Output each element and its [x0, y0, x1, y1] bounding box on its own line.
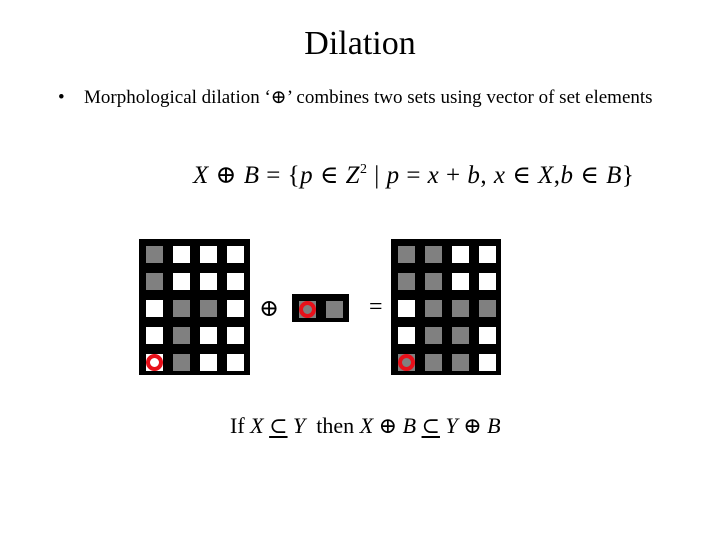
formula-B2: B: [606, 162, 622, 189]
formula-oplus: ⊕: [215, 162, 237, 189]
bullet-text: Morphological dilation ‘⊕’ combines two …: [84, 87, 653, 108]
dilation-operator: ⊕: [259, 296, 280, 322]
formula-bar: |: [374, 162, 380, 189]
monotonicity-property: If X ⊂ Y then X ⊕ B ⊂ Y ⊕ B: [230, 412, 501, 440]
result-cell-r1-c1: [398, 246, 415, 263]
formula-eq-open: = {: [266, 162, 301, 189]
prop-oplus2: ⊕: [463, 413, 482, 438]
bullet-symbol: •: [58, 87, 65, 108]
set-b-cell-r1-c1: [299, 301, 316, 318]
result-cell-r4-c2: [425, 327, 442, 344]
prop-X2: X: [359, 413, 374, 438]
formula-x: x: [427, 162, 440, 189]
prop-Y2: Y: [445, 413, 458, 438]
set-x-cell-r5-c3: [200, 354, 217, 371]
formula-plus: +: [446, 162, 461, 189]
result-cell-r2-c4: [479, 273, 496, 290]
formula-B: B: [243, 162, 260, 189]
set-x-cell-r1-c2: [173, 246, 190, 263]
prop-Y: Y: [293, 413, 306, 438]
formula-p2: p: [386, 162, 400, 189]
formula-in3: ∈: [580, 162, 600, 189]
formula-comma: ,: [480, 162, 488, 189]
origin-marker-icon: [398, 354, 415, 371]
prop-B: B: [402, 413, 417, 438]
set-x-cell-r1-c3: [200, 246, 217, 263]
formula-Z: Z: [345, 162, 361, 189]
set-x-cell-r3-c2: [173, 300, 190, 317]
origin-marker-icon: [146, 354, 163, 371]
prop-then: then: [316, 413, 355, 438]
prop-subseteq2: ⊂: [421, 413, 440, 438]
result-cell-r2-c3: [452, 273, 469, 290]
formula-in2: ∈: [512, 162, 532, 189]
formula-comma2: ,: [553, 162, 561, 189]
result-cell-r1-c3: [452, 246, 469, 263]
result-cell-r5-c4: [479, 354, 496, 371]
structuring-element-grid: [292, 294, 349, 322]
set-x-cell-r5-c4: [227, 354, 244, 371]
set-x-cell-r5-c2: [173, 354, 190, 371]
result-cell-r4-c4: [479, 327, 496, 344]
set-x-cell-r4-c3: [200, 327, 217, 344]
set-b-cell-r1-c2: [326, 301, 343, 318]
formula-in: ∈: [319, 162, 339, 189]
formula-p: p: [300, 162, 314, 189]
set-x-cell-r5-c1: [146, 354, 163, 371]
set-x-cell-r4-c2: [173, 327, 190, 344]
result-cell-r3-c1: [398, 300, 415, 317]
prop-X: X: [250, 413, 264, 438]
result-cell-r5-c3: [452, 354, 469, 371]
formula-b2: b: [560, 162, 574, 189]
prop-oplus: ⊕: [378, 413, 398, 438]
result-cell-r3-c2: [425, 300, 442, 317]
set-x-cell-r4-c1: [146, 327, 163, 344]
result-cell-r4-c3: [452, 327, 469, 344]
set-x-cell-r1-c4: [227, 246, 244, 263]
set-x-cell-r2-c2: [173, 273, 190, 290]
result-cell-r5-c1: [398, 354, 415, 371]
formula-exp: 2: [360, 162, 368, 177]
set-x-cell-r3-c3: [200, 300, 217, 317]
equals-sign: =: [369, 294, 383, 320]
result-cell-r3-c4: [479, 300, 496, 317]
set-x-grid: [139, 239, 250, 375]
dilation-formula: X ⊕ B = {p ∈ Z2 | p = x + b, x ∈ X,b ∈ B…: [193, 154, 634, 192]
formula-x2: x: [493, 162, 506, 189]
set-x-cell-r2-c1: [146, 273, 163, 290]
formula-X: X: [193, 162, 209, 189]
formula-b: b: [467, 162, 481, 189]
result-cell-r3-c3: [452, 300, 469, 317]
set-x-cell-r4-c4: [227, 327, 244, 344]
result-cell-r1-c2: [425, 246, 442, 263]
origin-marker-icon: [299, 301, 316, 318]
set-x-cell-r1-c1: [146, 246, 163, 263]
set-x-cell-r2-c3: [200, 273, 217, 290]
formula-eq2: =: [406, 162, 421, 189]
slide-title: Dilation: [304, 25, 416, 62]
result-cell-r2-c2: [425, 273, 442, 290]
prop-B2: B: [487, 413, 501, 438]
result-cell-r2-c1: [398, 273, 415, 290]
formula-close: }: [621, 162, 635, 189]
bullet-point: • Morphological dilation ‘⊕’ combines two…: [58, 86, 653, 110]
prop-if: If: [230, 413, 245, 438]
set-x-cell-r3-c1: [146, 300, 163, 317]
result-cell-r5-c2: [425, 354, 442, 371]
set-x-cell-r2-c4: [227, 273, 244, 290]
result-grid: [391, 239, 501, 375]
set-x-cell-r3-c4: [227, 300, 244, 317]
result-cell-r1-c4: [479, 246, 496, 263]
result-cell-r4-c1: [398, 327, 415, 344]
formula-X2: X: [538, 162, 554, 189]
prop-subseteq: ⊂: [269, 413, 288, 438]
